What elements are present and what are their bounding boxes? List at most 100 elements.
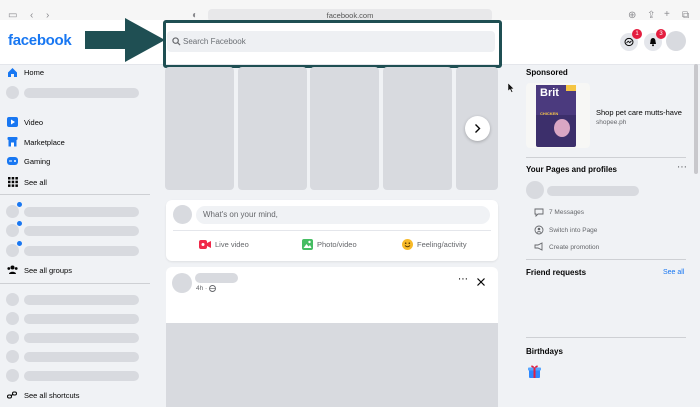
chevron-right-icon: [475, 124, 481, 133]
messenger-badge: 1: [632, 29, 642, 39]
post-author-avatar[interactable]: [172, 273, 192, 293]
sponsored-ad-image[interactable]: Brit CHICKEN: [526, 83, 590, 148]
sidebar-item-profile-placeholder[interactable]: [24, 88, 139, 98]
composer-placeholder: What's on your mind,: [203, 210, 278, 219]
ad-domain[interactable]: shopee.ph: [596, 118, 626, 127]
birthdays-heading: Birthdays: [526, 347, 563, 356]
live-video-button[interactable]: Live video: [199, 239, 289, 251]
composer-avatar[interactable]: [173, 205, 192, 224]
stories-next-button[interactable]: [465, 116, 490, 141]
bell-icon: [650, 38, 656, 47]
sidebar-shortcut-placeholder[interactable]: [24, 295, 139, 305]
feed-post: 4h · ⋯: [166, 267, 498, 407]
photo-video-label: Photo/video: [317, 240, 357, 249]
grid-icon: [8, 177, 18, 187]
friend-requests-see-all-link[interactable]: See all: [663, 268, 684, 278]
story-card[interactable]: [383, 67, 452, 190]
story-card[interactable]: [310, 67, 379, 190]
messenger-icon: [624, 37, 634, 47]
sidebar-group-placeholder[interactable]: [24, 226, 139, 236]
switch-into-page-link[interactable]: Switch into Page: [549, 226, 597, 235]
messages-icon: [534, 208, 544, 217]
shortcut-avatar[interactable]: [6, 369, 19, 382]
mouse-cursor-icon: [508, 83, 515, 93]
sidebar-group-placeholder[interactable]: [24, 246, 139, 256]
composer-input[interactable]: What's on your mind,: [196, 206, 490, 224]
link-icon: [7, 391, 17, 399]
groups-icon: [7, 265, 18, 274]
sidebar-shortcut-placeholder[interactable]: [24, 371, 139, 381]
shortcut-avatar[interactable]: [6, 331, 19, 344]
sidebar-item-home[interactable]: Home: [24, 68, 44, 78]
switch-icon: [534, 225, 544, 235]
sidebar-shortcut-placeholder[interactable]: [24, 333, 139, 343]
page-messages-link[interactable]: 7 Messages: [549, 208, 584, 217]
right-divider: [526, 157, 686, 158]
pages-heading: Your Pages and profiles: [526, 165, 617, 174]
right-divider: [526, 259, 686, 260]
shortcut-avatar[interactable]: [6, 293, 19, 306]
post-composer: What's on your mind, Live video Photo/vi…: [166, 200, 498, 261]
page-scrollbar[interactable]: [694, 64, 698, 174]
more-options-icon[interactable]: ⋯: [458, 275, 468, 285]
unread-dot: [17, 241, 22, 246]
notifications-badge: 3: [656, 29, 666, 39]
marketplace-icon: [7, 137, 18, 147]
unread-dot: [17, 202, 22, 207]
right-divider: [526, 337, 686, 338]
live-video-icon: [199, 240, 211, 249]
photo-icon: [302, 239, 313, 250]
composer-divider: [173, 230, 491, 231]
group-avatar[interactable]: [6, 244, 19, 257]
video-icon: [7, 117, 18, 127]
post-author-placeholder[interactable]: [195, 273, 238, 283]
gaming-icon: [7, 157, 18, 165]
product-flavor: CHICKEN: [540, 111, 559, 116]
sidebar-item-see-all-groups[interactable]: See all groups: [24, 266, 72, 276]
sidebar-item-video[interactable]: Video: [24, 118, 43, 128]
product-bag: Brit CHICKEN: [536, 85, 576, 147]
smiley-icon: [402, 239, 413, 250]
group-avatar[interactable]: [6, 224, 19, 237]
pages-more-icon[interactable]: ⋯: [677, 163, 687, 173]
account-avatar[interactable]: [666, 31, 686, 51]
globe-icon: [209, 285, 216, 292]
product-corner-tag: [566, 85, 576, 91]
feeling-activity-label: Feeling/activity: [417, 240, 467, 249]
photo-video-button[interactable]: Photo/video: [302, 239, 392, 251]
story-card[interactable]: [238, 67, 307, 190]
post-timestamp[interactable]: 4h ·: [196, 284, 207, 293]
sidebar-divider: [0, 283, 150, 284]
post-media-placeholder[interactable]: [166, 323, 498, 407]
sidebar-shortcut-placeholder[interactable]: [24, 352, 139, 362]
close-icon[interactable]: [477, 278, 485, 286]
page-name-placeholder[interactable]: [547, 186, 639, 196]
search-highlight-box: [163, 20, 502, 68]
page-avatar[interactable]: [526, 181, 544, 199]
friend-requests-heading: Friend requests: [526, 268, 587, 277]
create-promotion-link[interactable]: Create promotion: [549, 243, 599, 252]
shortcut-avatar[interactable]: [6, 312, 19, 325]
sponsored-heading: Sponsored: [526, 68, 568, 77]
home-icon: [8, 68, 17, 77]
sidebar-item-marketplace[interactable]: Marketplace: [24, 138, 65, 148]
sidebar-group-placeholder[interactable]: [24, 207, 139, 217]
shortcut-avatar[interactable]: [6, 350, 19, 363]
annotation-arrow-icon: [85, 18, 165, 62]
product-brand: Brit: [540, 87, 559, 99]
gift-icon: [528, 365, 541, 378]
sidebar-shortcut-placeholder[interactable]: [24, 314, 139, 324]
sidebar-item-see-all[interactable]: See all: [24, 178, 47, 188]
facebook-logo[interactable]: facebook: [8, 32, 72, 49]
product-flower-image: [554, 119, 570, 137]
unread-dot: [17, 221, 22, 226]
ad-title[interactable]: Shop pet care mutts-have: [596, 108, 682, 118]
sidebar-item-gaming[interactable]: Gaming: [24, 157, 50, 167]
sidebar-divider: [0, 194, 150, 195]
live-video-label: Live video: [215, 240, 249, 249]
group-avatar[interactable]: [6, 205, 19, 218]
story-card[interactable]: [165, 67, 234, 190]
feeling-activity-button[interactable]: Feeling/activity: [402, 239, 494, 251]
profile-avatar[interactable]: [6, 86, 19, 99]
megaphone-icon: [534, 242, 543, 251]
